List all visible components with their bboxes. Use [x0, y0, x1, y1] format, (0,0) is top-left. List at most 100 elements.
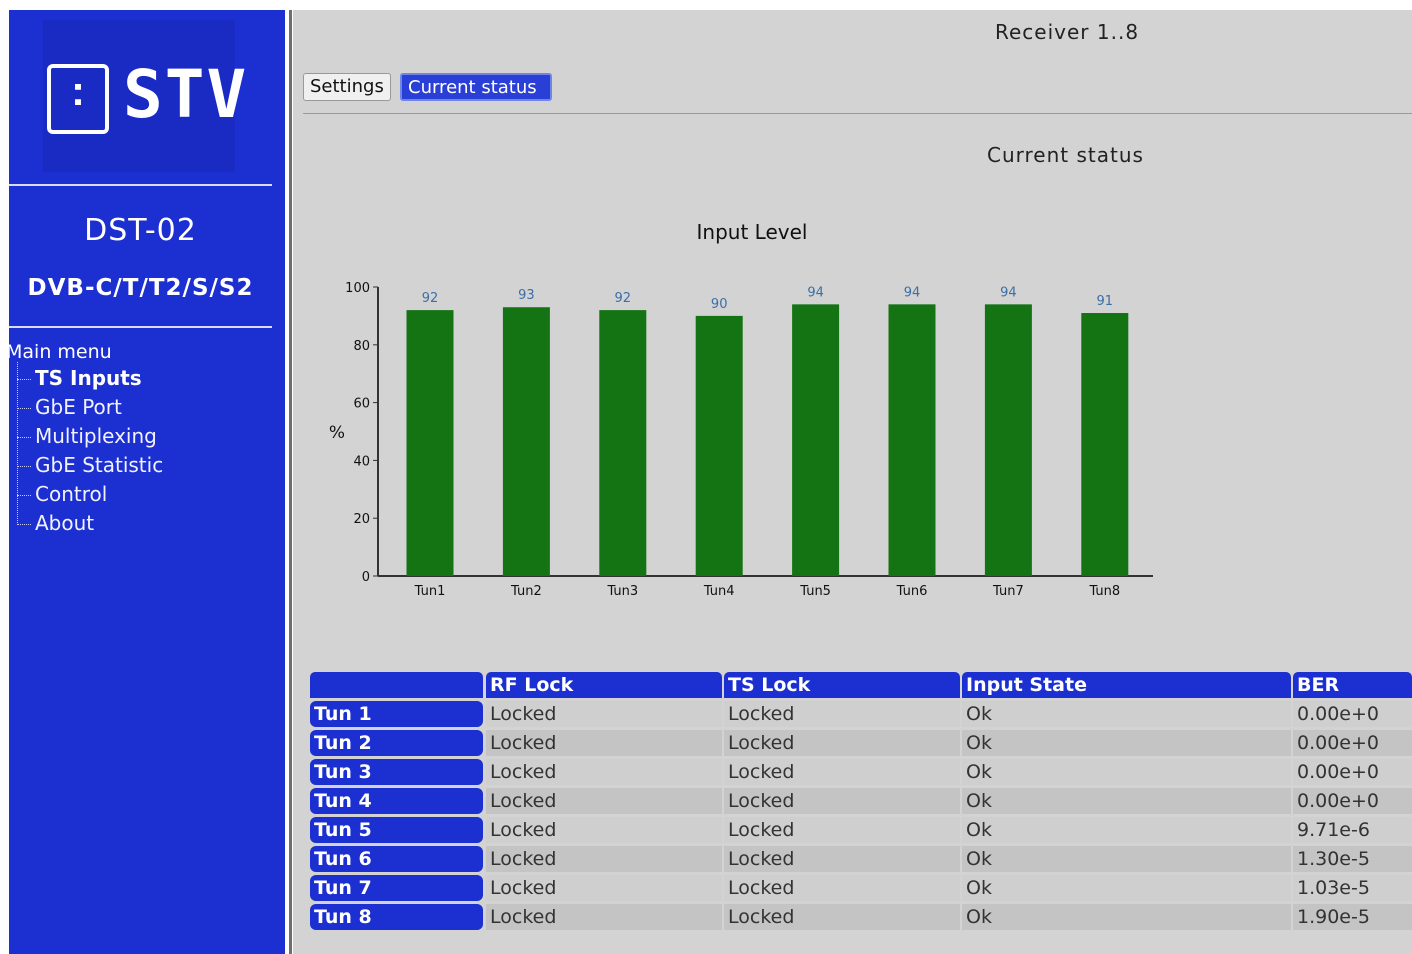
table-cell: 1.03e-5 — [1293, 875, 1412, 901]
column-header: RF Lock — [486, 672, 722, 698]
table-cell: Locked — [724, 846, 960, 872]
table-row: Tun 2 Locked Locked Ok 0.00e+0 — [310, 730, 1412, 756]
page-title: Receiver 1..8 — [995, 20, 1140, 44]
bar-value-label: 93 — [518, 288, 535, 303]
table-row: Tun 5 Locked Locked Ok 9.71e-6 — [310, 817, 1412, 843]
chart-bar — [695, 315, 743, 576]
menu-item-multiplexing[interactable]: Multiplexing — [17, 424, 157, 448]
table-cell: 1.90e-5 — [1293, 904, 1412, 930]
chart-bar — [599, 310, 647, 576]
table-row: Tun 3 Locked Locked Ok 0.00e+0 — [310, 759, 1412, 785]
table-cell: Locked — [486, 730, 722, 756]
bar-value-label: 92 — [422, 291, 439, 306]
y-axis-label: % — [329, 423, 345, 443]
table-row: Tun 1 Locked Locked Ok 0.00e+0 — [310, 701, 1412, 727]
x-tick-label: Tun1 — [414, 584, 446, 599]
table-cell: Ok — [962, 817, 1291, 843]
bar-value-label: 92 — [615, 291, 632, 306]
table-cell: Locked — [724, 904, 960, 930]
input-level-chart: Input Level % 0 20 40 60 80 100 92 Tun1 93 Tun2 92… — [329, 220, 1153, 599]
table-cell: Ok — [962, 701, 1291, 727]
column-header — [310, 672, 483, 698]
chart-bar — [502, 307, 550, 576]
row-label: Tun 5 — [310, 817, 483, 843]
row-label: Tun 6 — [310, 846, 483, 872]
table-cell: Locked — [486, 846, 722, 872]
table-cell: Locked — [486, 759, 722, 785]
logo-emblem-icon: ˸ — [47, 64, 109, 134]
y-tick-label: 40 — [353, 454, 370, 469]
column-header: Input State — [962, 672, 1291, 698]
main-panel: Receiver 1..8 Settings Current status Cu… — [293, 10, 1412, 954]
table-cell: Locked — [486, 788, 722, 814]
column-header: TS Lock — [724, 672, 960, 698]
menu-item-control[interactable]: Control — [16, 482, 107, 506]
bar-value-label: 90 — [711, 297, 728, 312]
table-cell: Locked — [724, 875, 960, 901]
x-tick-label: Tun8 — [1088, 584, 1120, 599]
table-cell: Ok — [962, 904, 1291, 930]
menu-item-ts-inputs[interactable]: TS Inputs — [17, 366, 142, 390]
chart-bar — [1081, 313, 1129, 576]
row-label: Tun 2 — [310, 730, 483, 756]
table-cell: Locked — [486, 817, 722, 843]
vertical-divider — [289, 10, 292, 954]
sidebar: ˸ STV DST-02 DVB-C/T/T2/S/S2 Main menu T… — [6, 10, 285, 954]
chart-title: Input Level — [697, 220, 808, 244]
section-title: Current status — [987, 143, 1144, 167]
sidebar-divider — [9, 326, 272, 328]
menu-item-about[interactable]: About — [16, 511, 94, 535]
main-menu-title: Main menu — [6, 341, 112, 363]
menu-item-gbe-statistic[interactable]: GbE Statistic — [16, 453, 163, 477]
menu-item-gbe-port[interactable]: GbE Port — [17, 395, 122, 419]
row-label: Tun 8 — [310, 904, 483, 930]
table-cell: Locked — [724, 817, 960, 843]
device-standard: DVB-C/T/T2/S/S2 — [27, 275, 254, 301]
tab-current-status[interactable]: Current status — [400, 73, 552, 101]
x-tick-label: Tun5 — [799, 584, 831, 599]
table-cell: Ok — [962, 846, 1291, 872]
row-label: Tun 1 — [310, 701, 483, 727]
logo: ˸ STV — [43, 20, 246, 172]
y-tick-label: 60 — [353, 397, 370, 412]
table-cell: Ok — [962, 759, 1291, 785]
table-cell: Locked — [486, 701, 722, 727]
table-row: Tun 8 Locked Locked Ok 1.90e-5 — [310, 904, 1412, 930]
table-cell: 0.00e+0 — [1293, 701, 1412, 727]
table-cell: Locked — [724, 759, 960, 785]
bar-value-label: 94 — [807, 285, 824, 300]
table-cell: 0.00e+0 — [1293, 730, 1412, 756]
x-tick-label: Tun2 — [510, 584, 542, 599]
sidebar-divider — [9, 184, 272, 186]
tab-settings[interactable]: Settings — [303, 73, 391, 101]
logo-text: STV — [123, 56, 249, 133]
row-label: Tun 4 — [310, 788, 483, 814]
bar-value-label: 94 — [1000, 285, 1017, 300]
table-cell: 0.00e+0 — [1293, 788, 1412, 814]
x-tick-label: Tun6 — [896, 584, 928, 599]
table-header-row: RF Lock TS Lock Input State BER — [310, 672, 1412, 698]
x-tick-label: Tun3 — [606, 584, 638, 599]
chart-bar — [984, 304, 1032, 576]
table-cell: Locked — [724, 730, 960, 756]
table-cell: Locked — [724, 788, 960, 814]
menu-tree-line — [17, 362, 20, 525]
table-row: Tun 4 Locked Locked Ok 0.00e+0 — [310, 788, 1412, 814]
y-tick-label: 0 — [362, 570, 370, 585]
bar-value-label: 94 — [904, 285, 921, 300]
table-cell: Locked — [724, 701, 960, 727]
device-model: DST-02 — [84, 213, 197, 248]
row-label: Tun 3 — [310, 759, 483, 785]
tab-underline — [303, 113, 1412, 114]
y-tick-label: 20 — [353, 512, 370, 527]
chart-bar — [406, 310, 454, 576]
table-cell: 9.71e-6 — [1293, 817, 1412, 843]
table-cell: 1.30e-5 — [1293, 846, 1412, 872]
table-cell: Ok — [962, 788, 1291, 814]
chart-bar — [792, 304, 840, 576]
bar-value-label: 91 — [1097, 294, 1114, 309]
row-label: Tun 7 — [310, 875, 483, 901]
table-cell: Locked — [486, 904, 722, 930]
table-row: Tun 7 Locked Locked Ok 1.03e-5 — [310, 875, 1412, 901]
y-tick-label: 80 — [353, 339, 370, 354]
